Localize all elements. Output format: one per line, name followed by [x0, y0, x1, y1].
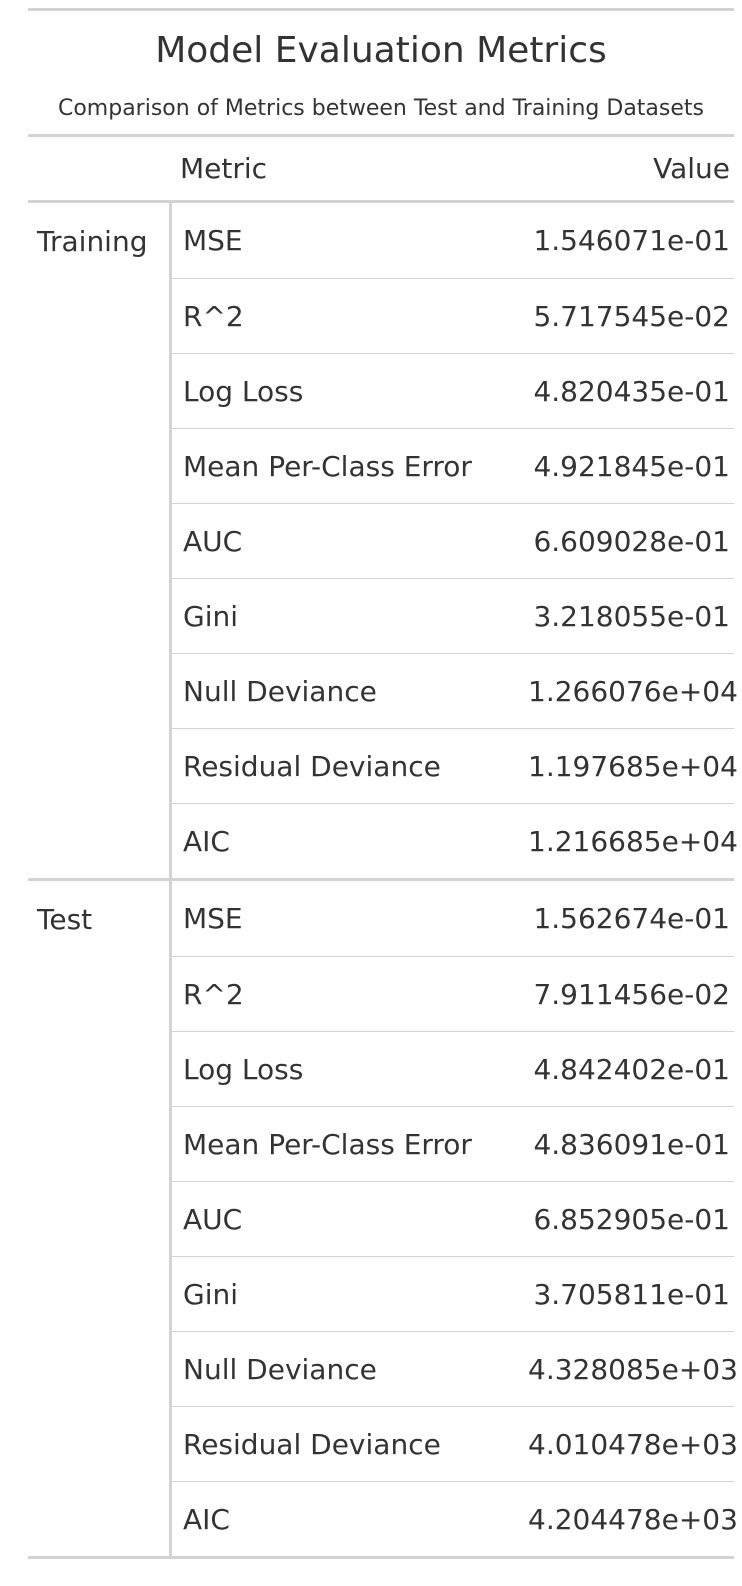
- table-row: AIC 1.216685e+04: [172, 803, 738, 878]
- group-rows: MSE 1.562674e-01 R^2 7.911456e-02 Log Loss 4.…: [169, 881, 738, 1556]
- row-group-training: Training MSE 1.546071e-01 R^2 5.717545e-02 Lo…: [28, 203, 738, 878]
- table-row: Null Deviance 1.266076e+04: [172, 653, 738, 728]
- metric-cell: AIC: [183, 1502, 230, 1536]
- row-group-label: Test: [37, 903, 93, 936]
- value-cell: 1.197685e+04: [528, 749, 738, 783]
- value-cell: 6.852905e-01: [533, 1202, 730, 1236]
- metric-cell: R^2: [183, 299, 244, 333]
- table-row: Residual Deviance 4.010478e+03: [172, 1406, 738, 1481]
- metric-cell: Log Loss: [183, 374, 304, 408]
- table-row: R^2 7.911456e-02: [172, 956, 734, 1031]
- table-row: Residual Deviance 1.197685e+04: [172, 728, 738, 803]
- table-row: Mean Per-Class Error 4.836091e-01: [172, 1106, 734, 1181]
- table-row: R^2 5.717545e-02: [172, 278, 734, 353]
- table-row: MSE 1.546071e-01: [172, 203, 734, 278]
- table-row: AIC 4.204478e+03: [172, 1481, 738, 1556]
- value-cell: 4.836091e-01: [533, 1127, 730, 1161]
- table-title: Model Evaluation Metrics: [155, 30, 607, 71]
- metric-column-header: Metric: [180, 152, 268, 185]
- value-cell: 3.705811e-01: [533, 1277, 730, 1311]
- metric-cell: AUC: [183, 1202, 243, 1236]
- table-row: Log Loss 4.820435e-01: [172, 353, 734, 428]
- bottom-rule: [28, 1556, 734, 1559]
- value-cell: 4.842402e-01: [533, 1052, 730, 1086]
- metric-cell: AUC: [183, 524, 243, 558]
- value-cell: 4.204478e+03: [528, 1502, 738, 1536]
- metric-cell: Gini: [183, 1277, 239, 1311]
- table-row: AUC 6.609028e-01: [172, 503, 734, 578]
- metric-cell: MSE: [183, 902, 243, 935]
- metric-cell: R^2: [183, 977, 244, 1011]
- value-cell: 4.010478e+03: [528, 1427, 738, 1461]
- value-cell: 3.218055e-01: [533, 599, 730, 633]
- metrics-table: Model Evaluation Metrics Comparison of M…: [28, 8, 738, 1559]
- table-row: MSE 1.562674e-01: [172, 881, 734, 956]
- value-cell: 1.266076e+04: [528, 674, 738, 708]
- table-row: Mean Per-Class Error 4.921845e-01: [172, 428, 734, 503]
- value-cell: 4.820435e-01: [533, 374, 730, 408]
- value-column-header: Value: [653, 152, 730, 185]
- table-row: Gini 3.705811e-01: [172, 1256, 734, 1331]
- metric-cell: Null Deviance: [183, 1352, 377, 1386]
- value-cell: 5.717545e-02: [533, 299, 730, 333]
- value-cell: 1.562674e-01: [533, 902, 730, 935]
- column-header-row: Metric Value: [28, 137, 734, 200]
- metric-cell: Gini: [183, 599, 239, 633]
- metric-cell: AIC: [183, 824, 230, 858]
- row-group-test: Test MSE 1.562674e-01 R^2 7.911456e-02 Log Lo…: [28, 881, 738, 1556]
- value-cell: 1.216685e+04: [528, 824, 738, 858]
- value-cell: 4.921845e-01: [533, 449, 730, 483]
- table-row: Gini 3.218055e-01: [172, 578, 734, 653]
- metric-cell: Null Deviance: [183, 674, 377, 708]
- metric-cell: Mean Per-Class Error: [183, 1127, 472, 1161]
- row-group-label: Training: [37, 225, 148, 258]
- value-cell: 1.546071e-01: [533, 224, 730, 257]
- value-cell: 6.609028e-01: [533, 524, 730, 558]
- metric-cell: Mean Per-Class Error: [183, 449, 472, 483]
- metric-cell: Residual Deviance: [183, 1427, 441, 1461]
- metric-cell: Log Loss: [183, 1052, 304, 1086]
- metric-cell: Residual Deviance: [183, 749, 441, 783]
- value-cell: 7.911456e-02: [533, 977, 730, 1011]
- table-subtitle: Comparison of Metrics between Test and T…: [57, 96, 704, 121]
- table-body: Training MSE 1.546071e-01 R^2 5.717545e-02 Lo…: [28, 203, 738, 1556]
- metric-cell: MSE: [183, 224, 243, 257]
- group-rows: MSE 1.546071e-01 R^2 5.717545e-02 Log Loss 4.…: [169, 203, 738, 878]
- table-row: Null Deviance 4.328085e+03: [172, 1331, 738, 1406]
- value-cell: 4.328085e+03: [528, 1352, 738, 1386]
- table-row: Log Loss 4.842402e-01: [172, 1031, 734, 1106]
- table-row: AUC 6.852905e-01: [172, 1181, 734, 1256]
